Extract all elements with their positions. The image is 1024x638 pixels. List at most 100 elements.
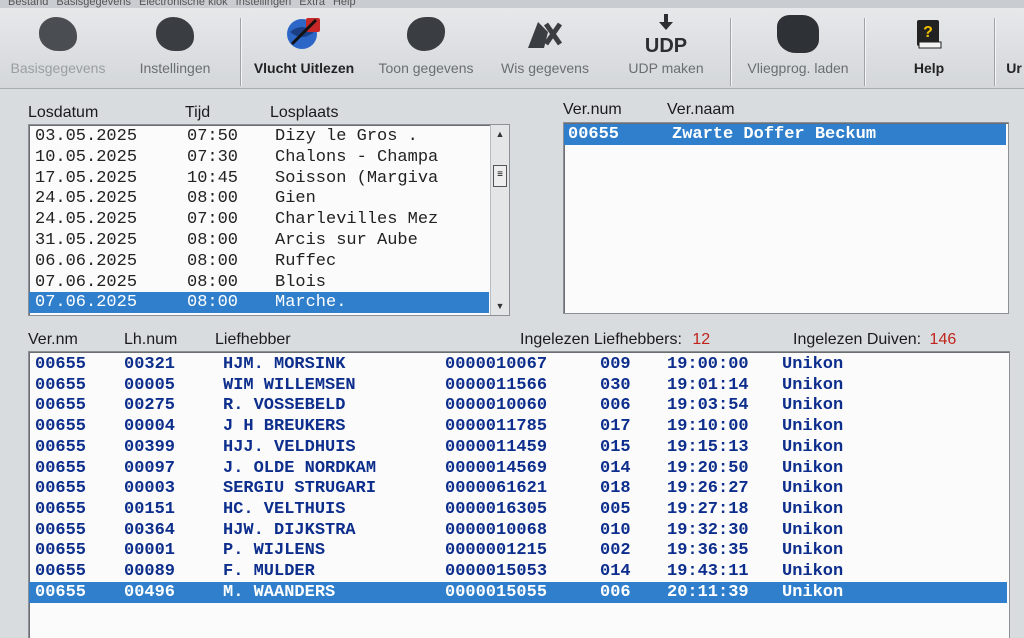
- liefhebber-lhnum: 00275: [124, 396, 176, 416]
- liefhebber-time: 19:26:27: [667, 479, 749, 499]
- svg-text:?: ?: [923, 24, 933, 41]
- flights-scrollbar[interactable]: ▲ ≡ ▼: [490, 125, 509, 315]
- wis-gegevens-icon: [528, 22, 563, 48]
- vereniging-num: 00655: [568, 125, 620, 144]
- flight-date: 03.05.2025: [35, 127, 138, 146]
- flight-row[interactable]: 06.06.2025 08:00 Ruffec: [29, 251, 489, 272]
- vlucht-uitlezen-button[interactable]: Vlucht Uitlezen: [248, 12, 360, 84]
- liefhebber-vernm: 00655: [35, 458, 87, 478]
- flight-row[interactable]: 03.05.2025 07:50 Dizy le Gros .: [29, 126, 489, 147]
- liefhebber-code: 0000010067: [445, 355, 548, 374]
- flight-date: 10.05.2025: [35, 147, 138, 167]
- liefhebber-name: P. WIJLENS: [223, 541, 326, 561]
- flight-row[interactable]: 24.05.2025 08:00 Gien: [29, 188, 489, 209]
- liefhebber-lhnum: 00496: [124, 582, 176, 602]
- losplaats-header: Losplaats: [270, 104, 339, 121]
- menu-item-basisgegevens[interactable]: Basisgegevens: [56, 0, 131, 8]
- flight-time: 08:00: [187, 251, 239, 271]
- liefhebber-time: 19:32:30: [667, 520, 749, 540]
- menu-item-instellingen[interactable]: Instellingen: [236, 0, 292, 8]
- liefhebber-row[interactable]: 00655 00004 J H BREUKERS 0000011785 017 19:10…: [29, 416, 1007, 437]
- flight-time: 07:50: [187, 127, 239, 146]
- liefhebber-clock: Unikon: [782, 375, 844, 395]
- liefhebber-row[interactable]: 00655 00089 F. MULDER 0000015053 014 19:43:11…: [29, 561, 1007, 582]
- liefhebber-row[interactable]: 00655 00001 P. WIJLENS 0000001215 002 19:36:3…: [29, 540, 1007, 561]
- scroll-down-arrow-icon[interactable]: ▼: [491, 297, 509, 315]
- flight-row[interactable]: 31.05.2025 08:00 Arcis sur Aube: [29, 230, 489, 251]
- liefhebber-code: 0000011785: [445, 417, 548, 437]
- liefhebber-row[interactable]: 00655 00321 HJM. MORSINK 0000010067 009 19:00…: [29, 354, 1007, 375]
- liefhebber-vernm: 00655: [35, 437, 87, 457]
- flight-time: 07:00: [187, 210, 239, 230]
- liefhebber-clock: Unikon: [782, 396, 844, 416]
- liefhebbers-list[interactable]: 00655 00321 HJM. MORSINK 0000010067 009 19:00…: [28, 351, 1010, 638]
- flight-date: 31.05.2025: [35, 231, 138, 250]
- ingelezen-duiven-count: 146: [929, 331, 957, 348]
- flight-row[interactable]: 07.06.2025 08:00 Blois: [29, 272, 489, 293]
- liefhebber-vernm: 00655: [35, 499, 87, 519]
- menu-item-extra[interactable]: Extra: [299, 0, 325, 8]
- liefhebber-lhnum: 00399: [124, 437, 176, 457]
- liefhebber-row[interactable]: 00655 00151 HC. VELTHUIS 0000016305 005 19:27…: [29, 499, 1007, 520]
- liefhebber-name: M. WAANDERS: [223, 582, 336, 602]
- liefhebber-n: 014: [600, 458, 631, 478]
- liefhebber-n: 014: [600, 562, 631, 581]
- liefhebber-row[interactable]: 00655 00003 SERGIU STRUGARI 0000061621 018 19…: [29, 478, 1007, 499]
- liefhebber-n: 018: [600, 479, 631, 499]
- liefhebber-row[interactable]: 00655 00275 R. VOSSEBELD 0000010060 006 19:03…: [29, 395, 1007, 416]
- flight-place: Gien: [275, 189, 316, 209]
- menu-item-help[interactable]: Help: [333, 0, 356, 8]
- liefhebber-code: 0000015055: [445, 582, 548, 602]
- udp-maken-button[interactable]: UDP UDP maken: [612, 12, 720, 84]
- liefhebber-time: 19:03:54: [667, 396, 749, 416]
- basisgegevens-button[interactable]: Basisgegevens: [0, 12, 116, 84]
- udp-icon: UDP: [645, 14, 687, 56]
- wis-gegevens-button[interactable]: Wis gegevens: [490, 12, 600, 84]
- menu-bar: Bestand Basisgegevens Electronische klok In…: [0, 0, 1024, 8]
- flight-place: Blois: [275, 272, 327, 292]
- liefhebber-time: 19:10:00: [667, 417, 749, 437]
- liefhebber-name: HJJ. VELDHUIS: [223, 437, 356, 457]
- flights-list[interactable]: 07.06.2025 08:00 Marche. 07.06.2025 08:00 Blo…: [28, 124, 510, 316]
- liefhebber-row[interactable]: 00655 00005 WIM WILLEMSEN 0000011566 030 19:0…: [29, 375, 1007, 396]
- liefhebber-name: J H BREUKERS: [223, 417, 346, 437]
- scroll-up-arrow-icon[interactable]: ▲: [491, 125, 509, 143]
- menu-item-bestand[interactable]: Bestand: [8, 0, 48, 8]
- liefhebber-row[interactable]: 00655 00399 HJJ. VELDHUIS 0000011459 015 19:1…: [29, 437, 1007, 458]
- vliegprog-laden-button[interactable]: Vliegprog. laden: [736, 12, 860, 84]
- liefhebber-lhnum: 00097: [124, 458, 176, 478]
- menu-item-electronische-klok[interactable]: Electronische klok: [139, 0, 228, 8]
- flight-row[interactable]: 24.05.2025 07:00 Charlevilles Mez: [29, 209, 489, 230]
- vernum-header: Ver.num: [563, 101, 622, 118]
- scroll-thumb[interactable]: ≡: [493, 165, 507, 187]
- liefhebber-lhnum: 00151: [124, 499, 176, 519]
- unikon-button[interactable]: Ur: [1004, 12, 1024, 84]
- help-button[interactable]: ? Help: [872, 12, 986, 84]
- liefhebber-code: 0000010060: [445, 396, 548, 416]
- liefhebber-lhnum: 00003: [124, 479, 176, 499]
- ingelezen-liefhebbers-count: 12: [692, 331, 711, 348]
- liefhebber-row[interactable]: 00655 00364 HJW. DIJKSTRA 0000010068 010 19:3…: [29, 520, 1007, 541]
- vereniging-row[interactable]: 00655 Zwarte Doffer Beckum: [564, 124, 1006, 145]
- flight-date: 07.06.2025: [35, 293, 138, 313]
- liefhebber-time: 19:01:14: [667, 375, 749, 395]
- liefhebber-lhnum: 00321: [124, 355, 176, 374]
- liefhebber-clock: Unikon: [782, 355, 844, 374]
- vereniging-list[interactable]: 00655 Zwarte Doffer Beckum: [563, 122, 1009, 314]
- flight-row[interactable]: 10.05.2025 07:30 Chalons - Champa: [29, 147, 489, 168]
- liefhebber-name: R. VOSSEBELD: [223, 396, 346, 416]
- toon-gegevens-button[interactable]: Toon gegevens: [366, 12, 486, 84]
- losdatum-header: Losdatum: [28, 104, 99, 121]
- liefhebber-clock: Unikon: [782, 562, 844, 581]
- liefhebber-row[interactable]: 00655 00097 J. OLDE NORDKAM 0000014569 014 19…: [29, 458, 1007, 479]
- flight-row[interactable]: 17.05.2025 10:45 Soisson (Margiva: [29, 168, 489, 189]
- instellingen-button[interactable]: Instellingen: [120, 12, 230, 84]
- ingelezen-duiven-label: Ingelezen Duiven: 146: [793, 331, 957, 348]
- liefhebber-code: 0000014569: [445, 458, 548, 478]
- liefhebber-clock: Unikon: [782, 479, 844, 499]
- flight-row[interactable]: 07.06.2025 08:00 Marche.: [29, 292, 489, 314]
- liefhebber-time: 19:43:11: [667, 562, 749, 581]
- liefhebber-name: F. MULDER: [223, 562, 315, 581]
- liefhebber-row[interactable]: 00655 00496 M. WAANDERS 0000015055 006 20:11:…: [29, 581, 1007, 603]
- liefhebber-n: 005: [600, 499, 631, 519]
